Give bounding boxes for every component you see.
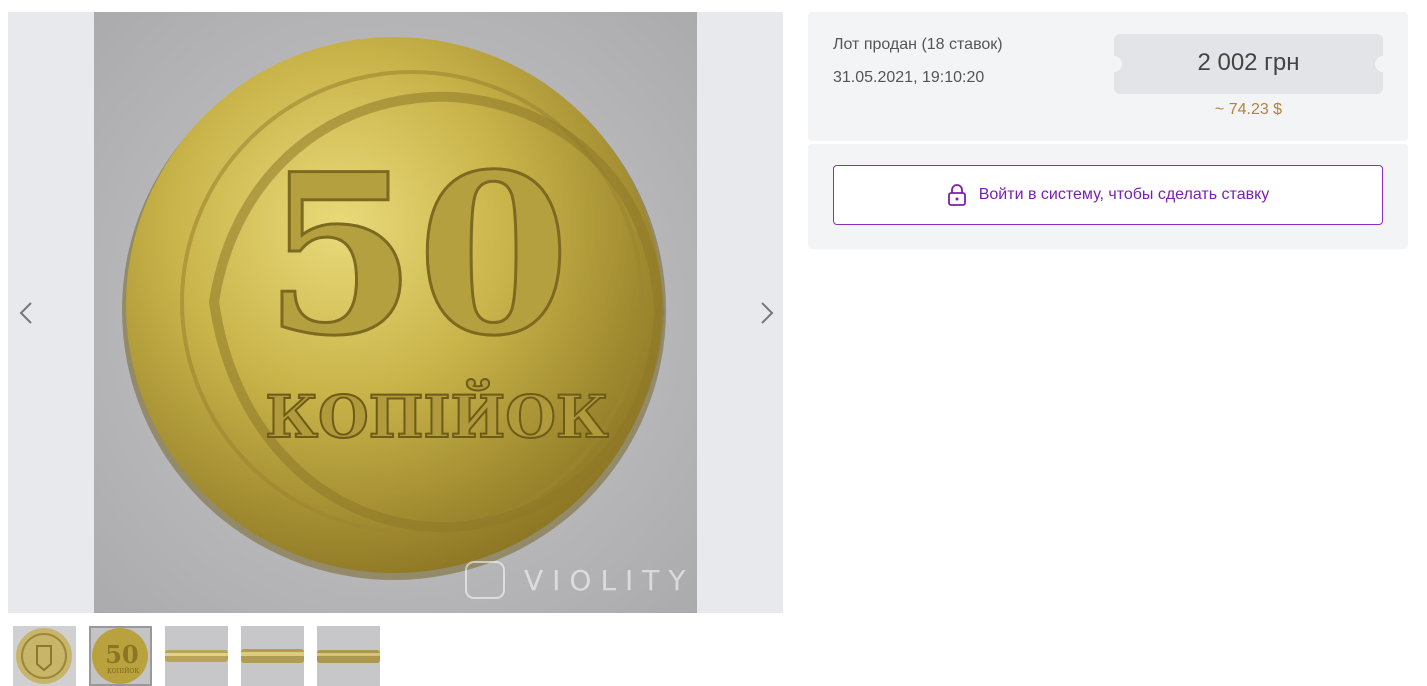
lot-end-date: 31.05.2021, 19:10:20: [833, 69, 985, 86]
thumbnail-coin-edge-2[interactable]: [241, 626, 304, 686]
main-lot-photo[interactable]: 50 КОПІЙОК VIOLITY: [94, 12, 697, 613]
next-image-button[interactable]: [753, 297, 781, 329]
image-gallery: 50 КОПІЙОК VIOLITY: [8, 12, 783, 613]
svg-text:VIOLITY: VIOLITY: [524, 564, 695, 597]
login-to-bid-label: Войти в систему, чтобы сделать ставку: [978, 186, 1270, 203]
previous-image-button[interactable]: [12, 297, 40, 329]
login-to-bid-button[interactable]: Войти в систему, чтобы сделать ставку: [833, 165, 1383, 225]
coin-denomination-text: 50: [264, 125, 570, 384]
thumbnail-coin-reverse[interactable]: 50 КОПІЙОК: [89, 626, 152, 686]
bid-panel: Войти в систему, чтобы сделать ставку: [808, 144, 1408, 249]
lot-info-panel: Лот продан (18 ставок) 31.05.2021, 19:10…: [808, 12, 1408, 141]
svg-text:КОПІЙОК: КОПІЙОК: [107, 667, 139, 675]
chevron-left-icon: [19, 302, 32, 324]
svg-text:50: 50: [105, 640, 138, 669]
price-badge: 2 002 грн: [1114, 34, 1383, 94]
price-usd: ~ 74.23 $: [1214, 101, 1283, 118]
chevron-right-icon: [761, 302, 774, 324]
thumbnail-coin-edge-3[interactable]: [317, 626, 380, 686]
lot-status: Лот продан (18 ставок): [833, 36, 1003, 53]
lock-icon: [947, 184, 966, 206]
thumbnail-coin-edge-1[interactable]: [165, 626, 228, 686]
final-price: 2 002 грн: [1197, 49, 1300, 76]
thumbnail-strip: 50 КОПІЙОК: [13, 626, 380, 686]
thumbnail-coin-obverse[interactable]: [13, 626, 76, 686]
coin-word-text: КОПІЙОК: [265, 379, 609, 451]
coin-image: 50 КОПІЙОК VIOLITY: [94, 12, 697, 613]
